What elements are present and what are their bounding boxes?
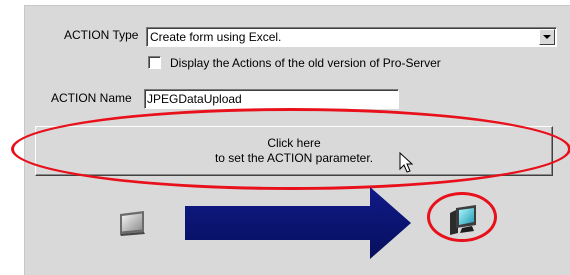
action-type-value: Create form using Excel. (150, 30, 282, 44)
old-version-checkbox-label[interactable]: Display the Actions of the old version o… (170, 56, 441, 70)
old-version-checkbox[interactable] (148, 56, 161, 69)
action-name-label: ACTION Name (51, 91, 132, 105)
chevron-down-icon[interactable] (539, 29, 555, 45)
right-arrow-icon (185, 187, 411, 259)
set-action-parameter-button[interactable]: Click here to set the ACTION parameter. (35, 126, 553, 176)
display-monitor-icon (120, 211, 145, 236)
action-name-input[interactable]: JPEGDataUpload (144, 89, 399, 109)
action-name-value: JPEGDataUpload (147, 92, 242, 106)
parameter-button-line2: to set the ACTION parameter. (214, 151, 374, 165)
server-highlight-circle (427, 192, 497, 242)
action-type-label: ACTION Type (64, 28, 139, 42)
mouse-pointer-icon (399, 152, 414, 173)
action-type-dropdown[interactable]: Create form using Excel. (146, 27, 557, 47)
action-settings-panel: ACTION Type Create form using Excel. Dis… (11, 5, 570, 275)
parameter-button-line1: Click here (267, 136, 321, 150)
